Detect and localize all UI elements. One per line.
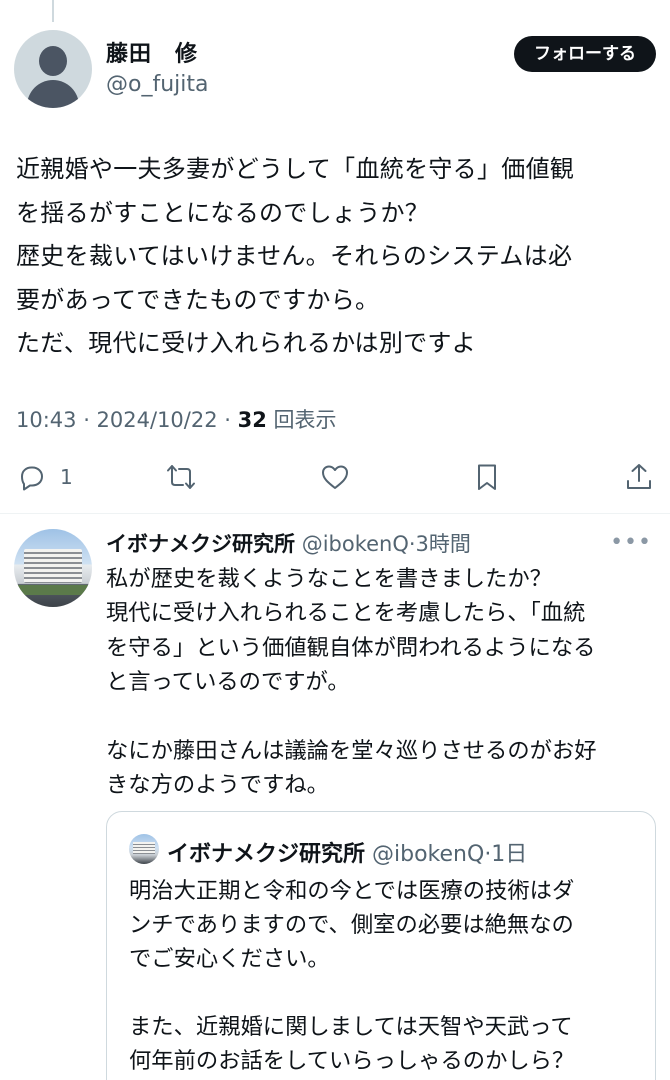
retweet-button[interactable] bbox=[166, 460, 196, 494]
quoted-header: イボナメクジ研究所 @ibokenQ·1日 bbox=[167, 836, 527, 868]
like-icon bbox=[322, 465, 348, 489]
retweet-icon bbox=[167, 465, 195, 489]
quoted-tweet-card[interactable]: イボナメクジ研究所 @ibokenQ·1日 明治大正期と令和の今とでは医療の技術… bbox=[106, 811, 656, 1080]
share-button[interactable] bbox=[624, 460, 654, 494]
reply-button[interactable]: 1 bbox=[16, 460, 73, 494]
author-name[interactable]: 藤田 修 bbox=[106, 36, 198, 68]
main-tweet-header: 藤田 修 @o_fujita フォローする bbox=[14, 30, 656, 110]
quoted-author-name: イボナメクジ研究所 bbox=[167, 842, 366, 867]
author-avatar[interactable] bbox=[14, 30, 92, 108]
tweet-timestamp[interactable]: 10:43 · 2024/10/22 · bbox=[16, 408, 238, 432]
quoted-author-handle: @ibokenQ bbox=[372, 842, 485, 867]
author-handle[interactable]: @o_fujita bbox=[106, 72, 208, 97]
view-count: 32 bbox=[237, 408, 267, 432]
reply-text: 私が歴史を裁くようなことを書きましたか？ 現代に受け入れられることを考慮したら、… bbox=[106, 566, 597, 799]
follow-button[interactable]: フォローする bbox=[514, 36, 656, 72]
tweet-meta: 10:43 · 2024/10/22 · 32 回表示 bbox=[16, 404, 337, 434]
thread-connector-line bbox=[52, 0, 54, 22]
divider bbox=[0, 513, 670, 514]
reply-time[interactable]: ·3時間 bbox=[409, 532, 471, 556]
view-label: 回表示 bbox=[266, 408, 337, 432]
reply-author-name[interactable]: イボナメクジ研究所 bbox=[106, 532, 295, 556]
quoted-author-avatar bbox=[129, 834, 159, 864]
reply-author-handle[interactable]: @ibokenQ bbox=[302, 532, 409, 556]
bookmark-icon bbox=[478, 464, 496, 490]
reply-author-avatar[interactable] bbox=[14, 529, 92, 607]
more-options-icon[interactable]: ••• bbox=[610, 530, 652, 555]
share-icon bbox=[627, 464, 651, 489]
reply-count: 1 bbox=[60, 465, 73, 489]
like-button[interactable] bbox=[320, 460, 350, 494]
tweet-text: 近親婚や一夫多妻がどうして「血統を守る」価値観 を揺るがすことになるのでしょうか… bbox=[16, 155, 575, 357]
reply-icon bbox=[21, 466, 43, 491]
quoted-text: 明治大正期と令和の今とでは医療の技術はダ ンチでありますので、側室の必要は絶無な… bbox=[129, 878, 575, 1074]
tweet-action-bar: 1 bbox=[14, 460, 656, 494]
bookmark-button[interactable] bbox=[472, 460, 502, 494]
reply-header: イボナメクジ研究所 @ibokenQ·3時間 bbox=[106, 528, 471, 558]
quoted-time: ·1日 bbox=[484, 842, 528, 867]
